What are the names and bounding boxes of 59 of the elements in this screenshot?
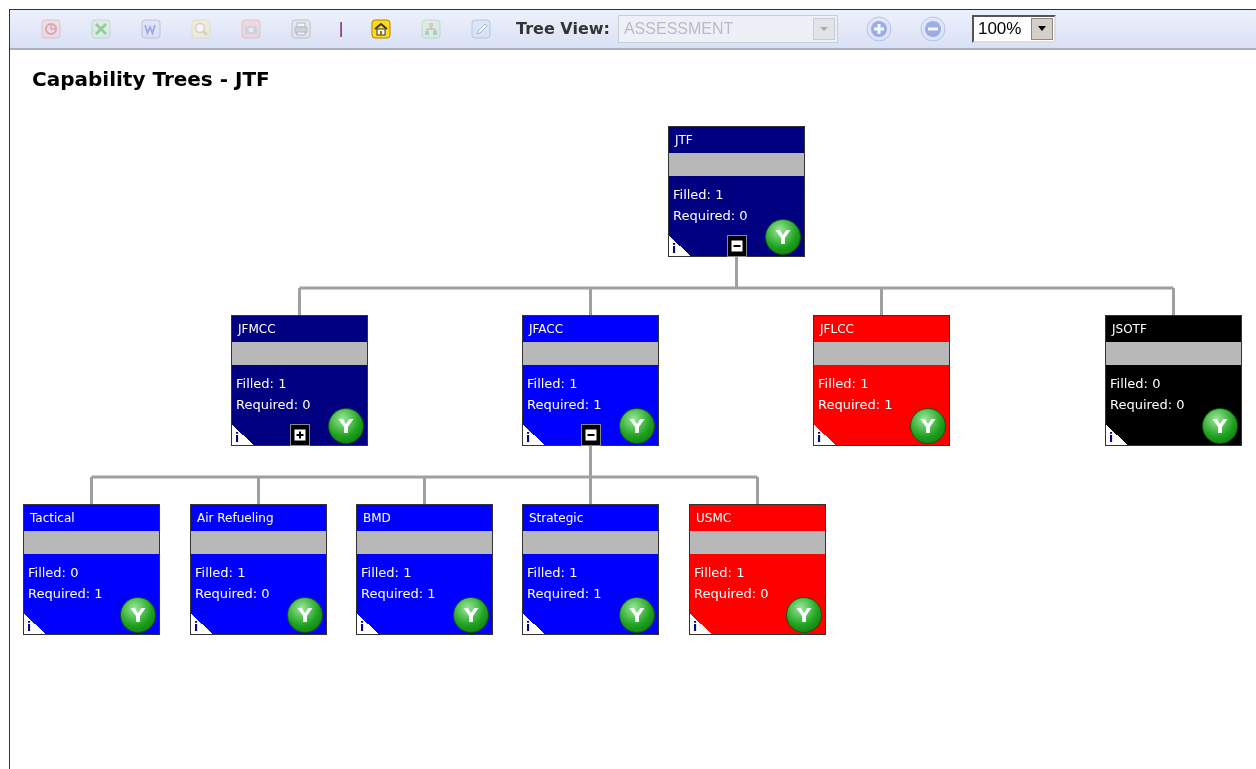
info-icon[interactable]: i (690, 614, 712, 634)
required-count: Required: 1 (817, 396, 893, 414)
required-count: Required: 1 (27, 585, 103, 603)
node-title: JFLCC (818, 321, 854, 338)
required-count: Required: 0 (194, 585, 270, 603)
node-title: JFACC (527, 321, 564, 338)
collapse-icon[interactable] (727, 235, 747, 257)
tree-node[interactable]: JTF Filled: 1 Required: 0 i Y (668, 126, 805, 257)
info-icon[interactable]: i (24, 614, 46, 634)
required-count: Required: 0 (693, 585, 769, 603)
info-icon[interactable]: i (669, 236, 691, 256)
info-icon[interactable]: i (523, 614, 545, 634)
filled-count: Filled: 0 (27, 564, 79, 582)
info-icon[interactable]: i (357, 614, 379, 634)
tree-node[interactable]: JFLCC Filled: 1 Required: 1 i Y (813, 315, 950, 446)
required-count: Required: 1 (360, 585, 436, 603)
info-icon[interactable]: i (232, 425, 254, 445)
node-title: Strategic (528, 510, 584, 527)
node-title: JSOTF (1110, 321, 1147, 338)
filled-count: Filled: 0 (1109, 375, 1161, 393)
caret-icon[interactable] (1030, 18, 1053, 40)
node-title: JTF (673, 132, 693, 149)
info-icon[interactable]: i (814, 425, 836, 445)
home-icon[interactable] (369, 17, 393, 41)
required-count: Required: 1 (526, 396, 602, 414)
info-icon[interactable]: i (191, 614, 213, 634)
info-icon[interactable]: i (1106, 425, 1128, 445)
expand-icon[interactable] (290, 424, 310, 446)
required-count: Required: 0 (672, 207, 748, 225)
filled-count: Filled: 1 (360, 564, 412, 582)
tree-node[interactable]: BMD Filled: 1 Required: 1 i Y (356, 504, 493, 635)
node-title: BMD (362, 510, 391, 527)
filled-count: Filled: 1 (693, 564, 745, 582)
node-title: JFMCC (236, 321, 276, 338)
info-icon[interactable]: i (523, 425, 545, 445)
filled-count: Filled: 1 (526, 375, 578, 393)
zoom-dropdown[interactable]: 100% (971, 15, 1056, 43)
page-title: Capability Trees - JTF (32, 66, 270, 93)
tree-node[interactable]: Air Refueling Filled: 1 Required: 0 i Y (190, 504, 327, 635)
collapse-icon[interactable] (581, 424, 601, 446)
filled-count: Filled: 1 (526, 564, 578, 582)
filled-count: Filled: 1 (817, 375, 869, 393)
required-count: Required: 1 (526, 585, 602, 603)
filled-count: Filled: 1 (235, 375, 287, 393)
tree-node[interactable]: USMC Filled: 1 Required: 0 i Y (689, 504, 826, 635)
required-count: Required: 0 (1109, 396, 1185, 414)
node-title: Tactical (29, 510, 75, 527)
tree-node[interactable]: JFMCC Filled: 1 Required: 0 i Y (231, 315, 368, 446)
required-count: Required: 0 (235, 396, 311, 414)
node-title: USMC (695, 510, 732, 527)
tree-node[interactable]: JFACC Filled: 1 Required: 1 i Y (522, 315, 659, 446)
tree-node[interactable]: Strategic Filled: 1 Required: 1 i Y (522, 504, 659, 635)
tree-view-label: Tree View: (516, 18, 610, 40)
filled-count: Filled: 1 (194, 564, 246, 582)
separator: | (337, 19, 345, 39)
filled-count: Filled: 1 (672, 186, 724, 204)
node-title: Air Refueling (196, 510, 274, 527)
tree-node[interactable]: JSOTF Filled: 0 Required: 0 i Y (1105, 315, 1242, 446)
tree-node[interactable]: Tactical Filled: 0 Required: 1 i Y (23, 504, 160, 635)
